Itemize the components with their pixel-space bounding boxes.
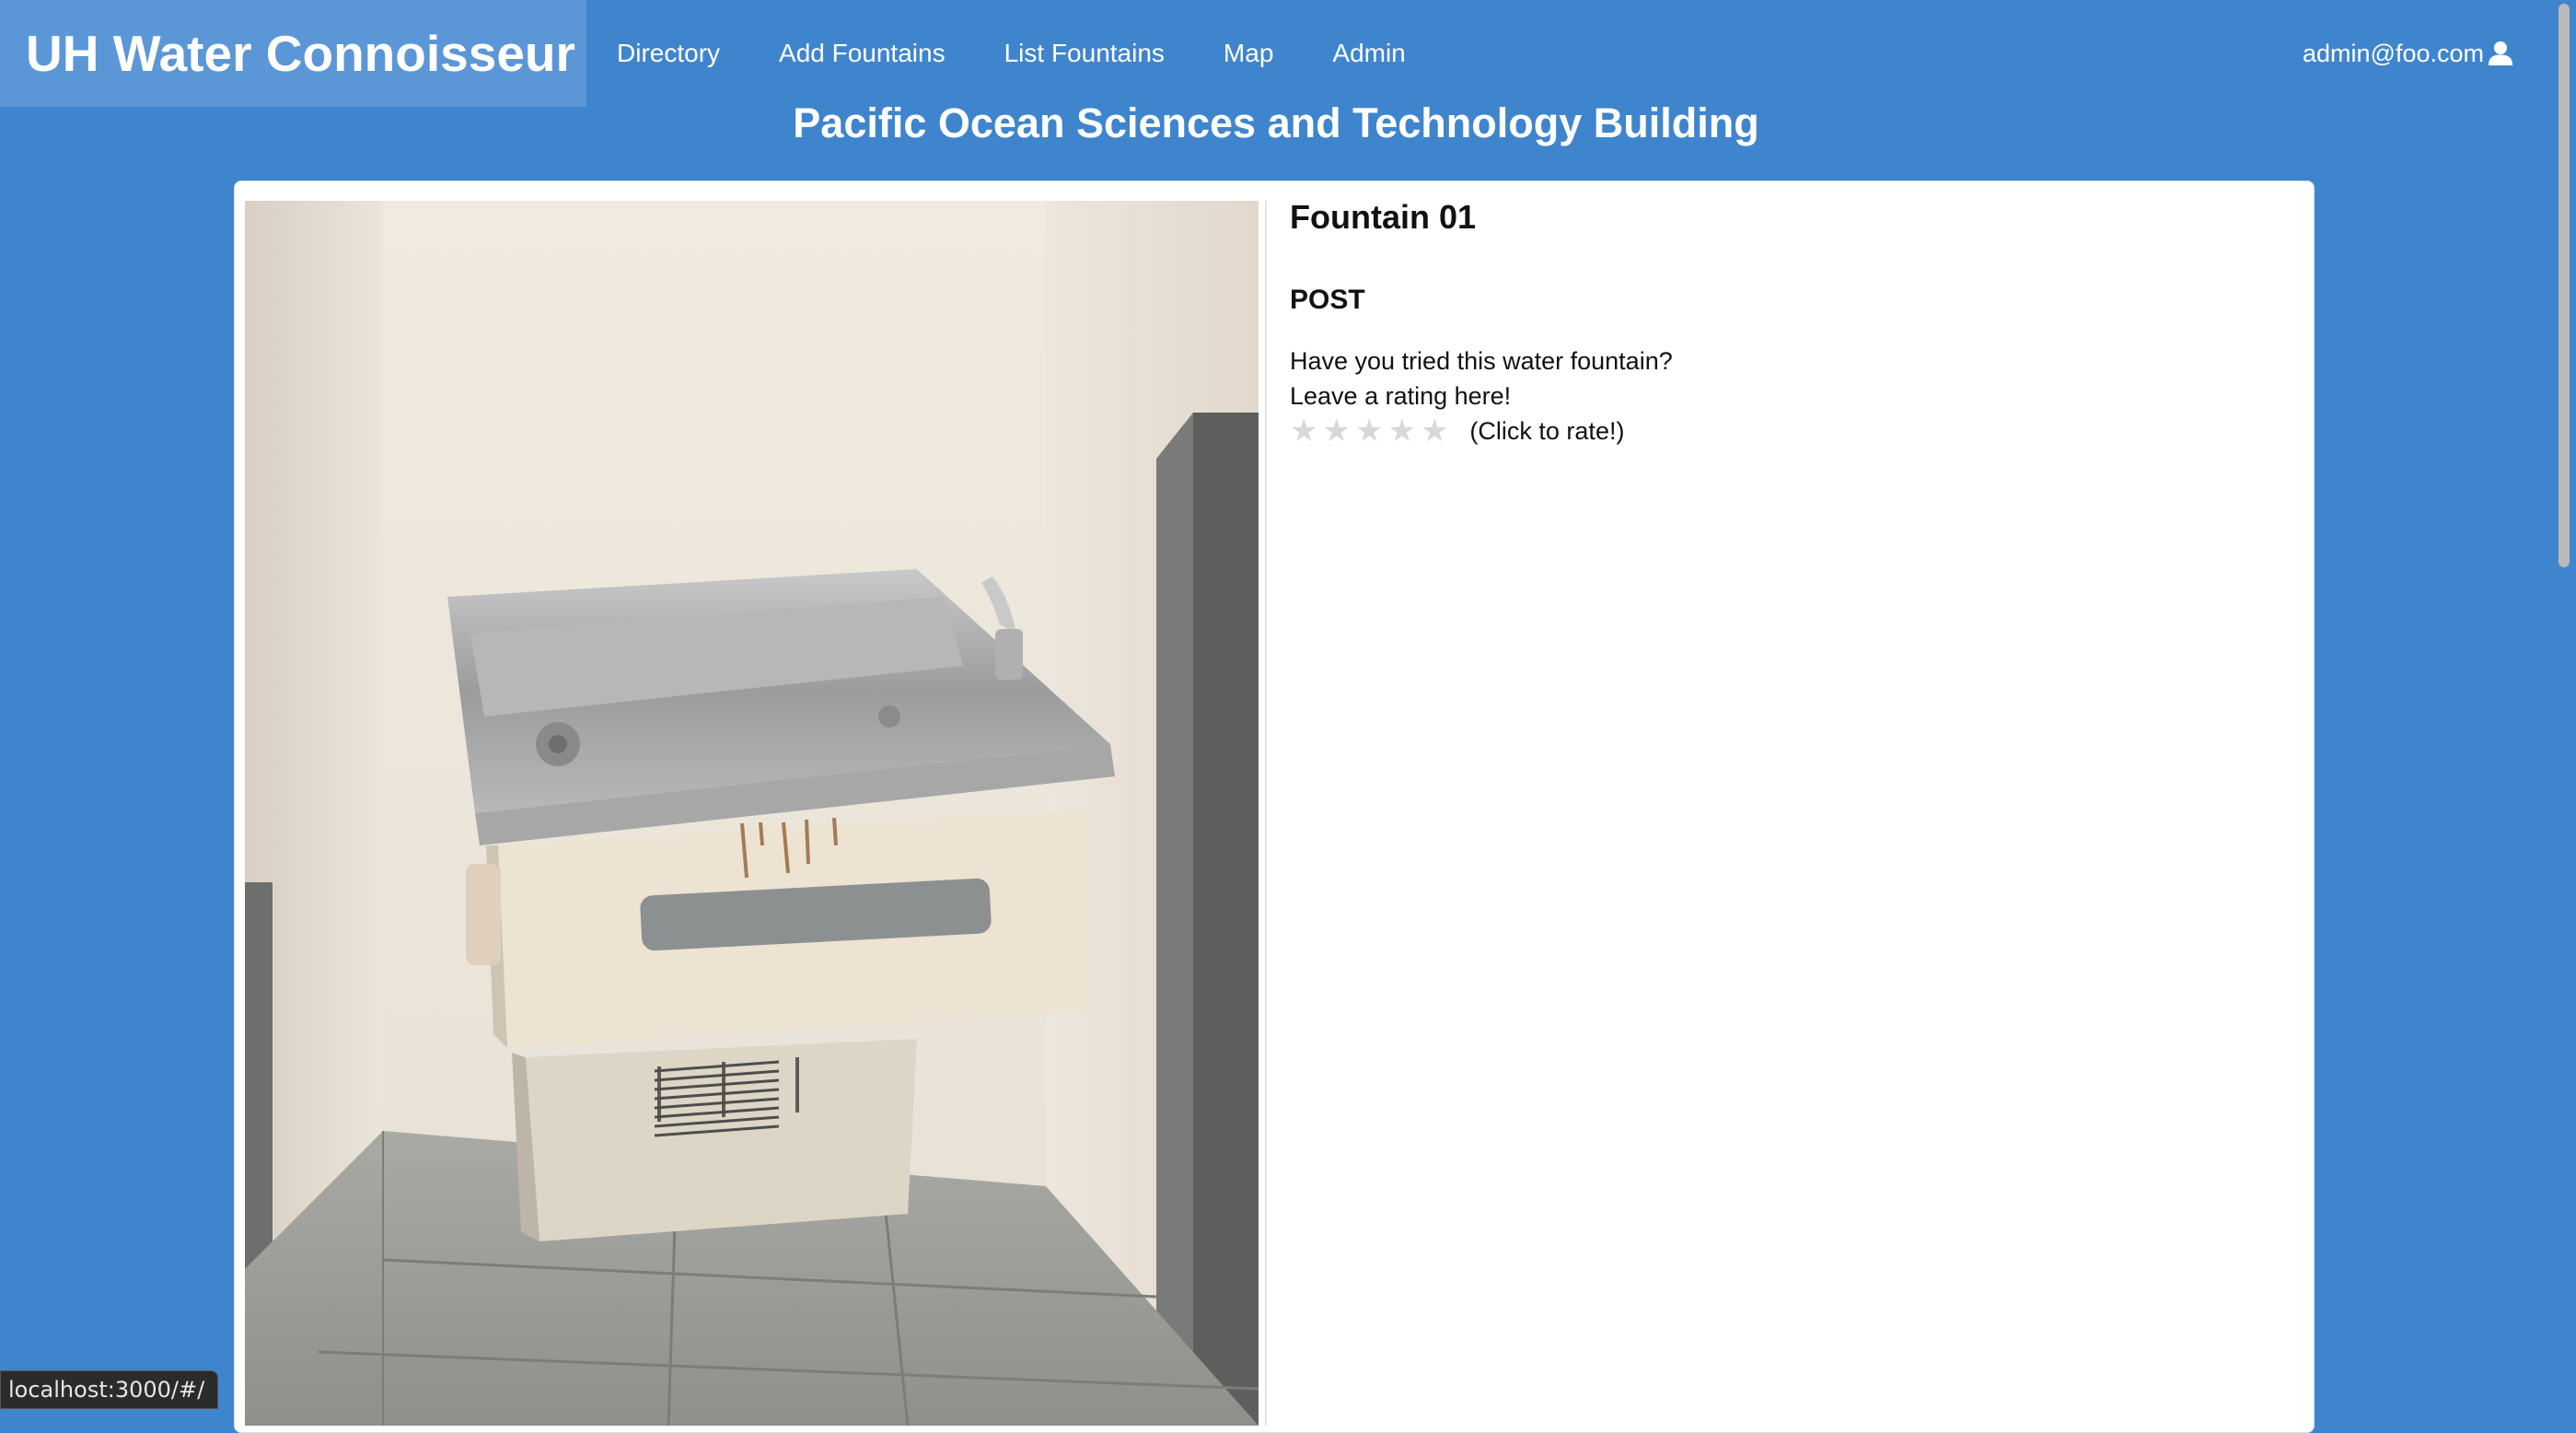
scrollbar-thumb[interactable]	[2559, 4, 2570, 567]
star-icon-2[interactable]: ★	[1322, 415, 1350, 447]
nav-directory[interactable]: Directory	[617, 39, 720, 68]
fountain-info: Fountain 01 POST Have you tried this wat…	[1290, 198, 2284, 449]
divider	[1265, 201, 1267, 1426]
brand-logo-link[interactable]: UH Water Connoisseur	[0, 0, 586, 107]
star-icon-4[interactable]: ★	[1387, 415, 1415, 447]
rating-row: ★ ★ ★ ★ ★ (Click to rate!)	[1290, 414, 2284, 449]
fountain-card: Fountain 01 POST Have you tried this wat…	[234, 181, 2315, 1433]
nav-add-fountains[interactable]: Add Fountains	[779, 39, 946, 68]
link-status-bar: localhost:3000/#/	[0, 1370, 218, 1409]
user-email: admin@foo.com	[2303, 40, 2484, 68]
water-fountain-photo	[245, 201, 1259, 1426]
fountain-name: Fountain 01	[1290, 198, 2284, 237]
page-title: Pacific Ocean Sciences and Technology Bu…	[0, 99, 2552, 147]
star-icon-5[interactable]: ★	[1421, 415, 1448, 447]
nav-links: Directory Add Fountains List Fountains M…	[617, 0, 1465, 107]
rating-prompt-line2: Leave a rating here!	[1290, 379, 2284, 414]
user-menu[interactable]: admin@foo.com	[2303, 0, 2513, 107]
navbar: UH Water Connoisseur Directory Add Fount…	[0, 0, 2552, 107]
post-heading: POST	[1290, 285, 2284, 316]
nav-list-fountains[interactable]: List Fountains	[1004, 39, 1165, 68]
scrollbar[interactable]	[2552, 0, 2576, 1409]
star-rating[interactable]: ★ ★ ★ ★ ★	[1290, 415, 1453, 447]
star-icon-3[interactable]: ★	[1355, 415, 1383, 447]
nav-admin[interactable]: Admin	[1332, 39, 1405, 68]
rating-prompt-line1: Have you tried this water fountain?	[1290, 344, 2284, 379]
user-icon	[2488, 41, 2513, 66]
star-icon-1[interactable]: ★	[1290, 415, 1317, 447]
nav-map[interactable]: Map	[1224, 39, 1273, 68]
rating-hint: (Click to rate!)	[1469, 417, 1624, 446]
